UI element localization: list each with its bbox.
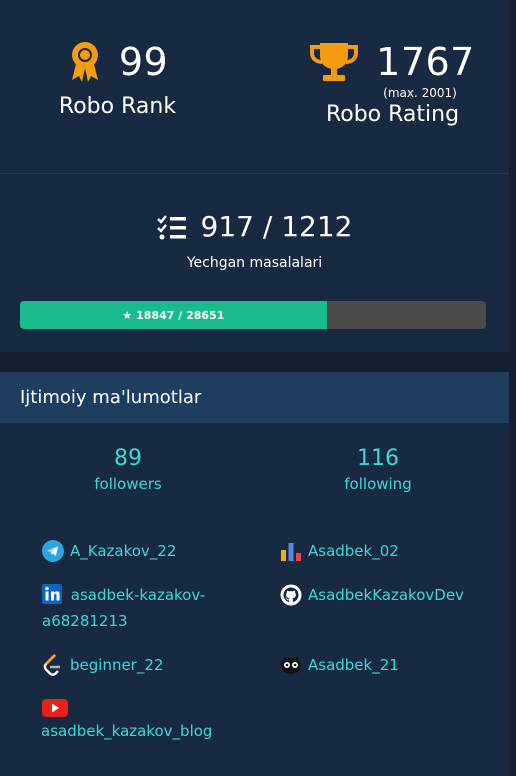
followers-block[interactable]: 89 followers [68,446,188,493]
github-link[interactable]: AsadbekKazakovDev [280,582,464,608]
telegram-link[interactable]: A_Kazakov_22 [42,538,176,564]
leetcode-link[interactable]: beginner_22 [42,652,163,678]
award-icon [67,40,103,84]
solved-label: Yechgan masalalari [186,255,323,271]
following-label: following [344,475,412,493]
robo-rank-block: 99 Robo Rank [40,40,195,119]
github-username: AsadbekKazakovDev [308,586,464,604]
youtube-icon [42,698,68,718]
stats-divider [0,173,509,174]
analytics-link[interactable]: Asadbek_02 [280,538,399,564]
bar-chart-icon [280,540,302,562]
points-progress-fill: ★ 18847 / 28651 [20,301,327,329]
codeforces-link[interactable]: Asadbek_21 [280,652,399,678]
task-list-icon [156,214,187,240]
youtube-link[interactable]: asadbek_kazakov_blog [41,698,213,744]
youtube-username: asadbek_kazakov_blog [41,722,213,740]
robot-icon [280,654,302,676]
linkedin-username: asadbek-kazakov-a68281213 [42,586,206,630]
trophy-icon [310,41,359,83]
codeforces-username: Asadbek_21 [308,656,399,674]
followers-label: followers [94,475,162,493]
github-icon [280,584,302,606]
linkedin-icon [42,584,62,604]
solved-value: 917 / 1212 [200,210,353,243]
leetcode-icon [42,654,64,676]
followers-count: 89 [114,446,142,471]
robo-rank-label: Robo Rank [58,94,177,119]
analytics-username: Asadbek_02 [308,542,399,560]
robo-rank-value: 99 [118,40,169,84]
social-card-title: Ijtimoiy ma'lumotlar [0,372,509,423]
solved-block: 917 / 1212 Yechgan masalalari [0,210,509,271]
robo-rating-block: 1767 (max. 2001) Robo Rating [305,40,480,127]
linkedin-link[interactable]: asadbek-kazakov-a68281213 [42,582,242,634]
telegram-username: A_Kazakov_22 [70,542,177,560]
following-count: 116 [357,446,399,471]
leetcode-username: beginner_22 [70,656,164,674]
following-block[interactable]: 116 following [318,446,438,493]
robo-rating-label: Robo Rating [325,102,460,127]
points-progress-text: 18847 / 28651 [136,308,225,322]
points-progress-bar: ★ 18847 / 28651 [20,301,486,329]
telegram-icon [42,540,64,562]
social-card: Ijtimoiy ma'lumotlar 89 followers 116 fo… [0,372,509,776]
robo-rating-max: (max. 2001) [383,86,457,100]
robo-rating-value: 1767 [376,40,475,84]
star-icon: ★ [122,308,133,322]
stats-card: 99 Robo Rank 1767 (max. 2001) Robo Ratin… [0,0,509,352]
